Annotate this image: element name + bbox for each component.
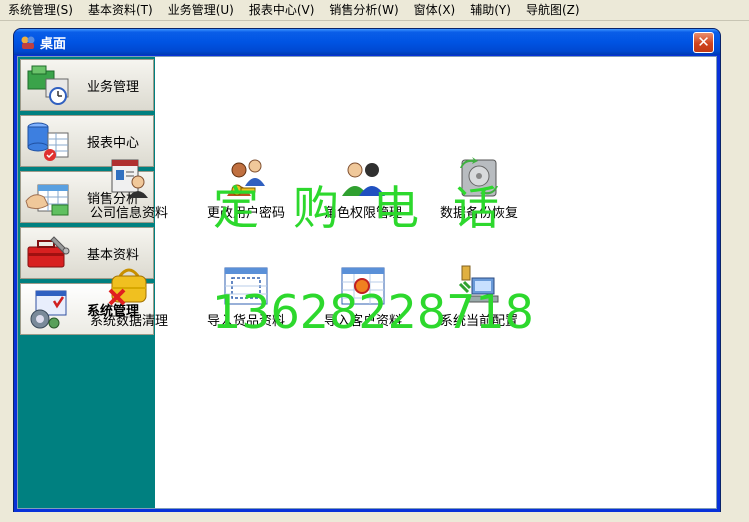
menu-bar: 系统管理(S) 基本资料(T) 业务管理(U) 报表中心(V) 销售分析(W) … <box>0 0 749 21</box>
system-settings-icon <box>30 290 67 329</box>
menu-reports[interactable]: 报表中心(V) <box>241 0 322 20</box>
menu-system[interactable]: 系统管理(S) <box>0 0 80 20</box>
window-title: 桌面 <box>40 36 67 52</box>
report-icon <box>27 122 69 161</box>
menu-business[interactable]: 业务管理(U) <box>160 0 241 20</box>
sidebar-item-label: 基本资料 <box>87 247 140 263</box>
sidebar-item-business[interactable]: 业务管理 <box>20 59 154 111</box>
sales-analysis-icon <box>25 184 69 216</box>
sidebar-item-label: 业务管理 <box>87 79 140 95</box>
tile-label: 公司信息资料 <box>89 206 168 221</box>
watermark-phone: 13628228718 <box>212 285 534 339</box>
desktop-window: 桌面 ✕ 业务管理 报表中心 销售分析 基本资料 系统管理 公司信息资料 更改用… <box>14 29 720 512</box>
toolbox-icon <box>27 236 70 268</box>
data-cleanup-icon <box>108 268 147 306</box>
menu-help[interactable]: 辅助(Y) <box>462 0 518 20</box>
watermark-title: 定购电话 <box>213 181 533 235</box>
tile-data-cleanup[interactable]: 系统数据清理 <box>75 264 183 329</box>
close-button[interactable]: ✕ <box>693 32 714 53</box>
tile-label: 系统数据清理 <box>89 314 168 329</box>
business-icon <box>27 65 69 105</box>
company-info-icon <box>111 159 148 198</box>
sidebar-item-label: 报表中心 <box>87 135 140 151</box>
window-client-area: 业务管理 报表中心 销售分析 基本资料 系统管理 公司信息资料 更改用户密码 角… <box>17 56 717 509</box>
menu-window[interactable]: 窗体(X) <box>406 0 463 20</box>
status-strip <box>0 512 749 522</box>
window-titlebar[interactable]: 桌面 ✕ <box>14 29 720 55</box>
app-icon <box>21 36 35 49</box>
menu-basic-data[interactable]: 基本资料(T) <box>80 0 160 20</box>
tile-company-info[interactable]: 公司信息资料 <box>75 156 183 221</box>
menu-navigation[interactable]: 导航图(Z) <box>518 0 587 20</box>
menu-sales-analysis[interactable]: 销售分析(W) <box>321 0 405 20</box>
